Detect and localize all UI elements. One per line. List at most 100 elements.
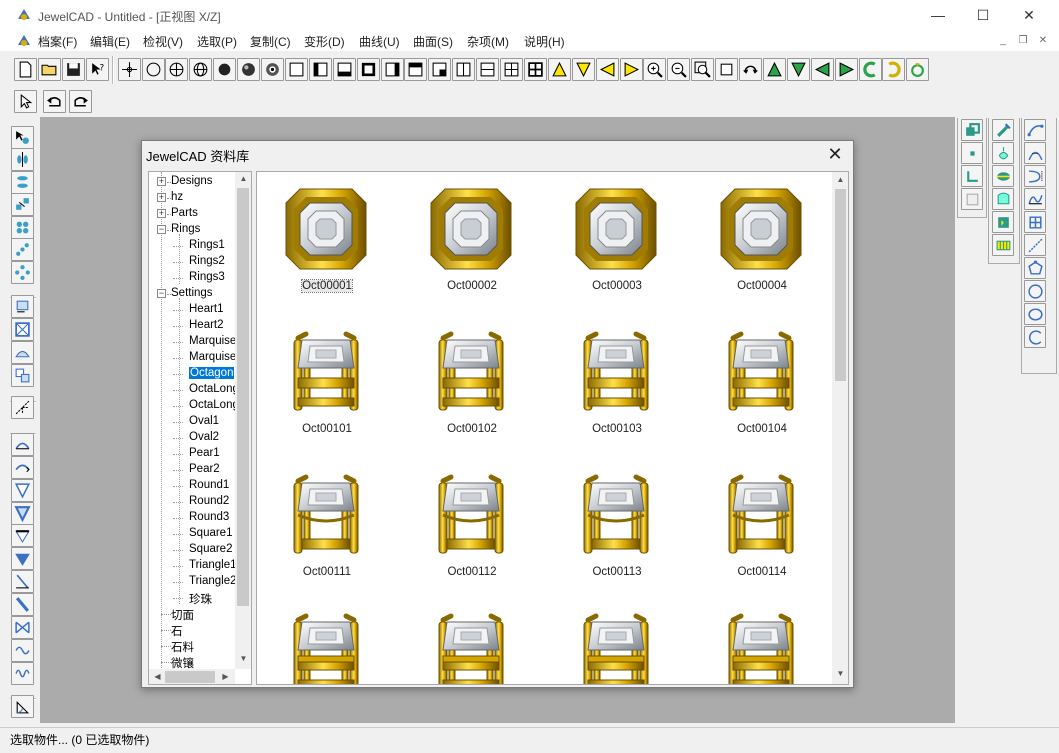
mirror-curve-button[interactable]	[1024, 165, 1046, 187]
bottom-view-button[interactable]	[332, 58, 356, 81]
library-item[interactable]	[692, 607, 832, 684]
revolve-button[interactable]	[992, 165, 1014, 187]
ring-view-button[interactable]	[906, 58, 930, 81]
point-view-button[interactable]	[117, 58, 141, 81]
library-item[interactable]: Oct00002	[402, 178, 542, 318]
group-button[interactable]	[961, 119, 983, 141]
polygon-curve-button[interactable]	[1024, 257, 1046, 279]
four-view-button[interactable]	[500, 58, 523, 81]
pan-down-button[interactable]	[571, 58, 595, 81]
tree-item[interactable]: Pear1	[189, 447, 220, 459]
tree-horizontal-scrollbar[interactable]: ◀ ▶	[149, 669, 235, 684]
gallery-scroll-down-icon[interactable]: ▼	[832, 669, 848, 678]
render-view-button[interactable]	[261, 58, 284, 81]
shear-bold-button[interactable]	[11, 593, 34, 616]
library-item[interactable]	[402, 607, 542, 684]
menu-file[interactable]: 档案(F)	[38, 33, 77, 50]
tree-item[interactable]: Heart2	[189, 319, 224, 331]
ellipse-curve-button[interactable]	[1024, 303, 1046, 325]
redo-button[interactable]	[69, 90, 92, 113]
single-view-button[interactable]	[284, 58, 308, 81]
pan-up-button[interactable]	[547, 58, 571, 81]
rail-button[interactable]	[992, 234, 1014, 256]
open-file-button[interactable]	[37, 58, 61, 81]
tree-item[interactable]: Square2	[189, 543, 232, 555]
gallery-scroll-thumb[interactable]	[835, 189, 846, 381]
extrude-button[interactable]	[992, 188, 1014, 210]
mdi-restore-icon[interactable]: ❐	[1015, 34, 1031, 48]
library-item[interactable]: Oct00112	[402, 464, 542, 604]
rotate-copy-button[interactable]	[11, 261, 34, 284]
tree-item[interactable]: OctaLong	[189, 383, 239, 395]
scroll-down-icon[interactable]: ▼	[235, 654, 251, 663]
linear-copy-button[interactable]	[11, 238, 34, 261]
bounding-box-button[interactable]	[11, 318, 34, 341]
tree-item[interactable]: Rings	[171, 223, 200, 235]
expand-icon[interactable]: +	[157, 177, 166, 186]
library-item[interactable]	[547, 607, 687, 684]
front-view-button[interactable]	[356, 58, 380, 81]
back-view-button[interactable]	[428, 58, 452, 81]
rotate-right-button[interactable]	[834, 58, 858, 81]
tree-item-selected[interactable]: Octagon	[189, 367, 235, 379]
tree-item[interactable]: 珍珠	[189, 591, 212, 607]
select-object-button[interactable]	[11, 126, 34, 149]
shaded-view-button[interactable]	[237, 58, 261, 81]
library-item[interactable]: Oct00104	[692, 321, 832, 461]
library-item[interactable]: Oct00102	[402, 321, 542, 461]
twist-button[interactable]	[11, 616, 34, 639]
orbit-button[interactable]	[739, 58, 762, 81]
mdi-minimize-icon[interactable]: _	[995, 34, 1011, 48]
arc-curve-button[interactable]	[1024, 142, 1046, 164]
bend-fill-button[interactable]	[11, 547, 34, 570]
globe-view-button[interactable]	[189, 58, 213, 81]
tree-item[interactable]: Round3	[189, 511, 229, 523]
top-view-button[interactable]	[404, 58, 428, 81]
rotate-ccw-button[interactable]	[858, 58, 882, 81]
zoom-out-button[interactable]	[667, 58, 691, 81]
menu-deform[interactable]: 变形(D)	[304, 33, 345, 50]
array-copy-button[interactable]	[11, 216, 34, 239]
tree-item[interactable]: Round2	[189, 495, 229, 507]
library-item[interactable]: Oct00114	[692, 464, 832, 604]
mdi-close-icon[interactable]: ✕	[1035, 34, 1051, 48]
save-file-button[interactable]	[61, 58, 85, 81]
wireframe-view-button[interactable]	[141, 58, 165, 81]
expand-icon[interactable]: +	[157, 209, 166, 218]
tree-item[interactable]: Oval2	[189, 431, 219, 443]
shear-button[interactable]	[11, 570, 34, 593]
document-icon[interactable]	[16, 33, 32, 49]
compare-button[interactable]	[11, 364, 34, 387]
tree-item[interactable]: Rings1	[189, 239, 225, 251]
tree-item[interactable]: Triangle1	[189, 559, 237, 571]
menu-curve[interactable]: 曲线(U)	[359, 33, 400, 50]
tree-item[interactable]: Rings2	[189, 255, 225, 267]
grid-curve-button[interactable]	[1024, 211, 1046, 233]
library-item[interactable]: Oct00111	[257, 464, 397, 604]
pointer-select-button[interactable]	[14, 90, 37, 113]
angle-measure-button[interactable]	[11, 695, 34, 718]
arc-open-curve-button[interactable]	[1024, 326, 1046, 348]
taper-button[interactable]	[11, 479, 34, 502]
view-box-button[interactable]	[11, 295, 34, 318]
undo-button[interactable]	[43, 90, 66, 113]
dialog-close-icon[interactable]: ✕	[823, 143, 847, 165]
arc-curve-button[interactable]	[11, 433, 34, 456]
menu-copy[interactable]: 复制(C)	[250, 33, 291, 50]
library-item[interactable]	[257, 607, 397, 684]
library-item[interactable]: Oct00004	[692, 178, 832, 318]
menu-select[interactable]: 选取(P)	[197, 33, 237, 50]
library-item[interactable]: Oct00101	[257, 321, 397, 461]
tree-hscroll-thumb[interactable]	[165, 671, 215, 683]
tree-item[interactable]: 切面	[171, 607, 194, 623]
solid-view-button[interactable]	[213, 58, 237, 81]
library-item[interactable]: Oct00003	[547, 178, 687, 318]
tree-item[interactable]: Rings3	[189, 271, 225, 283]
four-view-bold-button[interactable]	[523, 58, 547, 81]
disabled-snap-button[interactable]	[961, 188, 983, 210]
menu-edit[interactable]: 编辑(E)	[90, 33, 130, 50]
tree-item[interactable]: Oval1	[189, 415, 219, 427]
library-item[interactable]: Oct00113	[547, 464, 687, 604]
zoom-window-button[interactable]	[691, 58, 715, 81]
rotate-down-button[interactable]	[786, 58, 810, 81]
